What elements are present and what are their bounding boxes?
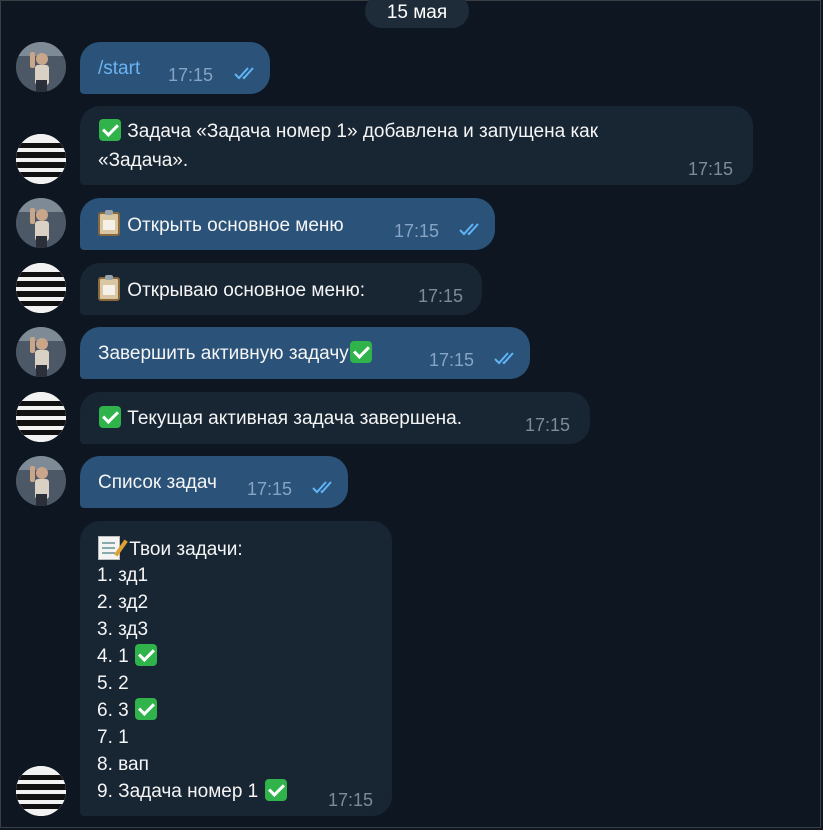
message-task-list[interactable]: Твои задачи: 1. зд1 2. зд2 3. зд3 4. 1 5… (80, 521, 392, 816)
message-time: 17:15 (168, 65, 214, 85)
check-mark-icon (134, 698, 157, 720)
task-item: 8. вап (97, 754, 149, 775)
bot-avatar[interactable] (16, 392, 66, 442)
clipboard-icon (98, 275, 120, 301)
task-item: 9. Задача номер 1 (97, 781, 259, 802)
user-avatar[interactable] (16, 198, 66, 248)
check-mark-icon (134, 644, 157, 666)
user-avatar[interactable] (16, 456, 66, 506)
message-task-list-request[interactable]: Список задач 17:15 (80, 456, 348, 508)
message-text-line2: «Задача». (98, 150, 189, 171)
double-check-icon (234, 67, 254, 80)
task-list-heading: Твои задачи: (129, 539, 243, 560)
check-mark-icon (99, 119, 121, 141)
message-time: 17:15 (525, 415, 571, 435)
message-task-added[interactable]: Задача «Задача номер 1» добавлена и запу… (80, 106, 753, 185)
message-time: 17:15 (429, 350, 475, 370)
message-text: Текущая активная задача завершена. (127, 408, 463, 429)
user-avatar[interactable] (16, 327, 66, 377)
message-text: /start (98, 58, 141, 79)
message-time: 17:15 (247, 479, 293, 499)
task-item: 5. 2 (97, 673, 129, 694)
message-text: Открываю основное меню: (127, 280, 366, 301)
task-item: 1. зд1 (97, 565, 149, 586)
message-text-line1: Задача «Задача номер 1» добавлена и запу… (127, 121, 599, 142)
bot-avatar[interactable] (16, 263, 66, 313)
message-start[interactable]: /start 17:15 (80, 42, 270, 94)
double-check-icon (459, 223, 479, 236)
message-text: Завершить активную задачу (98, 343, 349, 364)
message-time: 17:15 (688, 159, 734, 179)
message-time: 17:15 (328, 790, 374, 810)
check-mark-icon (349, 341, 372, 363)
bot-avatar[interactable] (16, 766, 66, 816)
double-check-icon (312, 481, 332, 494)
message-finish-task[interactable]: Завершить активную задачу 17:15 (80, 327, 530, 379)
bot-avatar[interactable] (16, 134, 66, 184)
date-separator: 15 мая (365, 0, 469, 28)
double-check-icon (494, 352, 514, 365)
check-mark-icon (264, 779, 287, 801)
message-time: 17:15 (394, 221, 440, 241)
message-open-menu[interactable]: Открыть основное меню 17:15 (80, 198, 495, 250)
message-opening-menu[interactable]: Открываю основное меню: 17:15 (80, 263, 482, 315)
check-mark-icon (99, 406, 121, 428)
message-task-finished[interactable]: Текущая активная задача завершена. 17:15 (80, 392, 590, 444)
message-text: Открыть основное меню (127, 215, 344, 236)
task-item: 3. зд3 (97, 619, 149, 640)
memo-icon (98, 536, 120, 560)
task-item: 7. 1 (97, 727, 129, 748)
date-label: 15 мая (386, 2, 448, 23)
user-avatar[interactable] (16, 42, 66, 92)
task-item: 6. 3 (97, 700, 129, 721)
task-item: 2. зд2 (97, 592, 149, 613)
message-text: Список задач (98, 472, 217, 493)
message-time: 17:15 (418, 286, 464, 306)
clipboard-icon (98, 210, 120, 236)
task-item: 4. 1 (97, 646, 129, 667)
